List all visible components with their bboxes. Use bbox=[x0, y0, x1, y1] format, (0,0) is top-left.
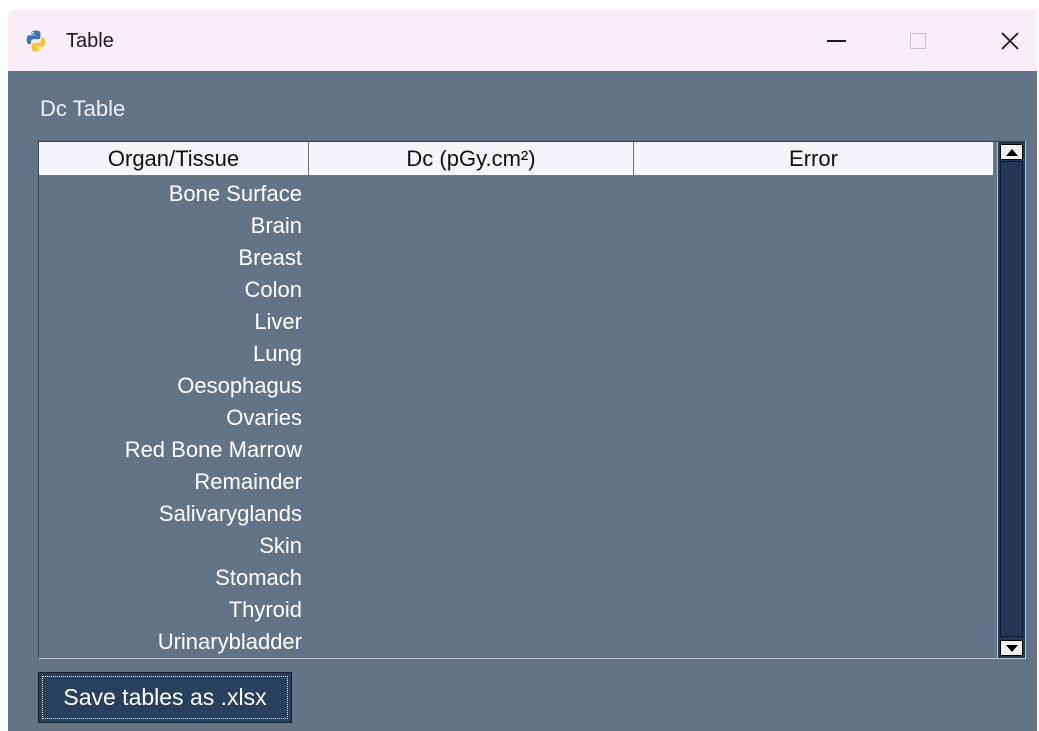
minimize-icon bbox=[826, 39, 846, 42]
table-row[interactable]: Breast bbox=[39, 242, 309, 274]
table-row[interactable]: Remainder bbox=[39, 466, 309, 498]
table-row[interactable]: Thyroid bbox=[39, 594, 309, 626]
vertical-scrollbar[interactable] bbox=[997, 142, 1025, 658]
column-header-error[interactable]: Error bbox=[634, 142, 994, 176]
panel-title: Dc Table bbox=[40, 96, 126, 121]
window-title: Table bbox=[66, 30, 114, 52]
table-row[interactable]: Colon bbox=[39, 274, 309, 306]
table-row[interactable]: Liver bbox=[39, 306, 309, 338]
arrow-up-icon bbox=[1005, 148, 1018, 156]
table-rows: Bone Surface Brain Breast Colon Liver Lu… bbox=[39, 178, 309, 658]
table-row[interactable]: Red Bone Marrow bbox=[39, 434, 309, 466]
table-row[interactable]: Stomach bbox=[39, 562, 309, 594]
table-row[interactable]: Salivaryglands bbox=[39, 498, 309, 530]
arrow-down-icon bbox=[1005, 644, 1018, 652]
table-window: Table Dc Table Organ/Tissue Dc (pGy.cm²)… bbox=[8, 10, 1037, 731]
minimize-button[interactable] bbox=[808, 10, 864, 71]
scroll-up-button[interactable] bbox=[1000, 144, 1023, 160]
table-row[interactable]: Ovaries bbox=[39, 402, 309, 434]
column-header-dc[interactable]: Dc (pGy.cm²) bbox=[309, 142, 634, 176]
table-header: Organ/Tissue Dc (pGy.cm²) Error bbox=[39, 142, 994, 176]
table-row[interactable]: Brain bbox=[39, 210, 309, 242]
table-row[interactable]: Bone Surface bbox=[39, 178, 309, 210]
close-button[interactable] bbox=[982, 10, 1037, 71]
python-icon bbox=[26, 30, 46, 52]
title-bar: Table bbox=[8, 10, 1037, 71]
scrollbar-thumb[interactable] bbox=[1000, 161, 1023, 637]
maximize-button[interactable] bbox=[890, 10, 946, 71]
close-icon bbox=[1001, 31, 1019, 50]
save-xlsx-button[interactable]: Save tables as .xlsx bbox=[38, 672, 292, 723]
save-button-label: Save tables as .xlsx bbox=[42, 676, 288, 719]
scroll-down-button[interactable] bbox=[1000, 640, 1023, 656]
column-header-organ[interactable]: Organ/Tissue bbox=[39, 142, 309, 176]
table-row[interactable]: Urinarybladder bbox=[39, 626, 309, 658]
table-row[interactable]: Oesophagus bbox=[39, 370, 309, 402]
table-row[interactable]: Lung bbox=[39, 338, 309, 370]
table-row[interactable]: Skin bbox=[39, 530, 309, 562]
dc-table[interactable]: Organ/Tissue Dc (pGy.cm²) Error Bone Sur… bbox=[38, 141, 1026, 659]
maximize-icon bbox=[910, 32, 926, 49]
